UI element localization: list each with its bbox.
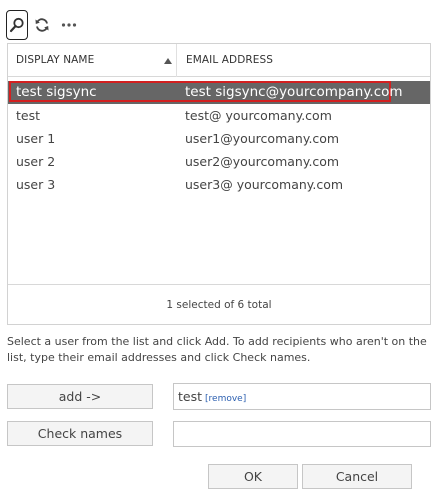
column-header-display-name[interactable]: DISPLAY NAME [16, 44, 176, 77]
sort-ascending-icon[interactable] [164, 58, 172, 64]
refresh-icon [35, 18, 49, 32]
cell-display-name: user 2 [16, 154, 56, 169]
table-row[interactable]: user 2 user2@yourcomany.com [8, 150, 430, 173]
selection-status: 1 selected of 6 total [8, 284, 430, 324]
table-row[interactable]: user 1 user1@yourcomany.com [8, 127, 430, 150]
grid-header: DISPLAY NAME EMAIL ADDRESS [8, 44, 430, 77]
column-divider[interactable] [176, 44, 177, 77]
user-list: DISPLAY NAME EMAIL ADDRESS test sigsync … [7, 43, 431, 325]
grid-rows: test sigsync test sigsync@yourcompany.co… [8, 81, 430, 196]
cell-email-address: test sigsync@yourcompany.com [185, 84, 403, 100]
table-row[interactable]: test test@ yourcomany.com [8, 104, 430, 127]
refresh-button[interactable] [31, 10, 53, 40]
cancel-button[interactable]: Cancel [302, 464, 412, 489]
search-icon [9, 17, 24, 33]
more-icon [61, 23, 77, 27]
cell-email-address: user1@yourcomany.com [185, 131, 340, 146]
add-button[interactable]: add -> [7, 384, 153, 409]
table-row[interactable]: user 3 user3@ yourcomany.com [8, 173, 430, 196]
check-names-button[interactable]: Check names [7, 421, 153, 446]
toolbar [6, 10, 206, 40]
cell-display-name: test sigsync [16, 84, 97, 100]
remove-recipient-link[interactable]: [remove] [205, 394, 246, 404]
table-row-selected[interactable]: test sigsync test sigsync@yourcompany.co… [8, 81, 430, 104]
recipients-field[interactable]: test [remove] [173, 383, 431, 410]
cell-email-address: user2@yourcomany.com [185, 154, 340, 169]
more-options-button[interactable] [58, 10, 80, 40]
ok-button[interactable]: OK [208, 464, 298, 489]
cell-email-address: test@ yourcomany.com [185, 108, 332, 123]
cell-display-name: user 1 [16, 131, 56, 146]
cell-display-name: test [16, 108, 41, 123]
cell-email-address: user3@ yourcomany.com [185, 177, 344, 192]
column-header-email-address[interactable]: EMAIL ADDRESS [186, 44, 426, 77]
cell-display-name: user 3 [16, 177, 56, 192]
recipient-name: test [178, 389, 203, 404]
search-button[interactable] [6, 10, 28, 40]
instructions-text: Select a user from the list and click Ad… [7, 335, 427, 364]
check-names-input[interactable] [173, 421, 431, 447]
